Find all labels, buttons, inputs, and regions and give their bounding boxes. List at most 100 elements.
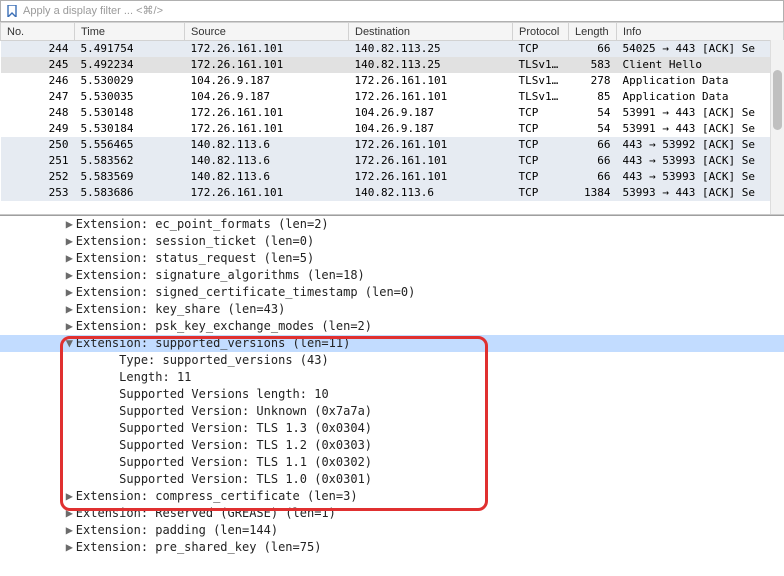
cell-proto: TLSv1… — [513, 57, 569, 73]
tree-expand-icon[interactable]: ▶ — [66, 216, 76, 233]
tree-expand-icon[interactable]: ▶ — [66, 301, 76, 318]
extension-item[interactable]: ▶Extension: key_share (len=43) — [0, 301, 784, 318]
packet-row[interactable]: 2535.583686172.26.161.101140.82.113.6TCP… — [1, 185, 784, 201]
cell-info: 443 → 53993 [ACK] Se — [617, 169, 784, 185]
col-header-destination[interactable]: Destination — [349, 23, 513, 41]
extension-item[interactable]: ▶Extension: signature_algorithms (len=18… — [0, 267, 784, 284]
cell-no: 247 — [1, 89, 75, 105]
cell-time: 5.530035 — [75, 89, 185, 105]
cell-src: 140.82.113.6 — [185, 137, 349, 153]
scrollbar-thumb[interactable] — [773, 70, 782, 130]
extension-child[interactable]: Supported Version: TLS 1.1 (0x0302) — [0, 454, 784, 471]
display-filter-input[interactable] — [23, 5, 779, 17]
cell-time: 5.556465 — [75, 137, 185, 153]
cell-dst: 172.26.161.101 — [349, 73, 513, 89]
extension-item[interactable]: ▶Extension: compress_certificate (len=3) — [0, 488, 784, 505]
packet-list-pane: No. Time Source Destination Protocol Len… — [0, 22, 784, 214]
cell-len: 66 — [569, 137, 617, 153]
cell-len: 66 — [569, 41, 617, 57]
cell-len: 583 — [569, 57, 617, 73]
cell-info: 443 → 53993 [ACK] Se — [617, 153, 784, 169]
packet-row[interactable]: 2525.583569140.82.113.6172.26.161.101TCP… — [1, 169, 784, 185]
extension-item[interactable]: ▶Extension: ec_point_formats (len=2) — [0, 216, 784, 233]
cell-len: 66 — [569, 169, 617, 185]
cell-proto: TCP — [513, 41, 569, 57]
cell-src: 172.26.161.101 — [185, 185, 349, 201]
col-header-time[interactable]: Time — [75, 23, 185, 41]
cell-dst: 140.82.113.6 — [349, 185, 513, 201]
tree-expand-icon[interactable]: ▼ — [66, 335, 76, 352]
cell-len: 278 — [569, 73, 617, 89]
cell-proto: TCP — [513, 169, 569, 185]
cell-no: 251 — [1, 153, 75, 169]
packet-row[interactable]: 2495.530184172.26.161.101104.26.9.187TCP… — [1, 121, 784, 137]
cell-dst: 140.82.113.25 — [349, 57, 513, 73]
tree-expand-icon[interactable]: ▶ — [66, 539, 76, 556]
cell-time: 5.583562 — [75, 153, 185, 169]
cell-proto: TLSv1… — [513, 73, 569, 89]
extension-item[interactable]: ▶Extension: padding (len=144) — [0, 522, 784, 539]
extension-child[interactable]: Supported Versions length: 10 — [0, 386, 784, 403]
extension-child[interactable]: Supported Version: TLS 1.3 (0x0304) — [0, 420, 784, 437]
packet-row[interactable]: 2465.530029104.26.9.187172.26.161.101TLS… — [1, 73, 784, 89]
cell-proto: TCP — [513, 185, 569, 201]
extension-item[interactable]: ▶Extension: session_ticket (len=0) — [0, 233, 784, 250]
tree-expand-icon[interactable]: ▶ — [66, 318, 76, 335]
extension-item[interactable]: ▶Extension: status_request (len=5) — [0, 250, 784, 267]
display-filter-bar[interactable] — [0, 0, 784, 22]
col-header-length[interactable]: Length — [569, 23, 617, 41]
extension-child[interactable]: Supported Version: Unknown (0x7a7a) — [0, 403, 784, 420]
cell-info: Application Data — [617, 89, 784, 105]
extension-item[interactable]: ▶Extension: signed_certificate_timestamp… — [0, 284, 784, 301]
extension-item[interactable]: ▶Extension: Reserved (GREASE) (len=1) — [0, 505, 784, 522]
extension-item[interactable]: ▶Extension: pre_shared_key (len=75) — [0, 539, 784, 556]
cell-time: 5.530148 — [75, 105, 185, 121]
cell-len: 85 — [569, 89, 617, 105]
cell-dst: 104.26.9.187 — [349, 105, 513, 121]
col-header-source[interactable]: Source — [185, 23, 349, 41]
packet-row[interactable]: 2505.556465140.82.113.6172.26.161.101TCP… — [1, 137, 784, 153]
tree-expand-icon[interactable]: ▶ — [66, 267, 76, 284]
cell-dst: 140.82.113.25 — [349, 41, 513, 57]
cell-dst: 172.26.161.101 — [349, 137, 513, 153]
cell-info: 53991 → 443 [ACK] Se — [617, 105, 784, 121]
extension-child[interactable]: Length: 11 — [0, 369, 784, 386]
cell-proto: TCP — [513, 121, 569, 137]
col-header-protocol[interactable]: Protocol — [513, 23, 569, 41]
tree-expand-icon[interactable]: ▶ — [66, 522, 76, 539]
cell-time: 5.491754 — [75, 41, 185, 57]
cell-info: 53991 → 443 [ACK] Se — [617, 121, 784, 137]
packet-row[interactable]: 2455.492234172.26.161.101140.82.113.25TL… — [1, 57, 784, 73]
cell-info: Application Data — [617, 73, 784, 89]
packet-list-scrollbar[interactable] — [770, 40, 784, 214]
packet-row[interactable]: 2515.583562140.82.113.6172.26.161.101TCP… — [1, 153, 784, 169]
bookmark-icon[interactable] — [5, 4, 19, 18]
extension-item-selected[interactable]: ▼Extension: supported_versions (len=11) — [0, 335, 784, 352]
cell-src: 172.26.161.101 — [185, 121, 349, 137]
cell-no: 245 — [1, 57, 75, 73]
tree-expand-icon[interactable]: ▶ — [66, 284, 76, 301]
cell-time: 5.583686 — [75, 185, 185, 201]
tree-expand-icon[interactable]: ▶ — [66, 250, 76, 267]
cell-no: 246 — [1, 73, 75, 89]
tree-expand-icon[interactable]: ▶ — [66, 505, 76, 522]
extension-child[interactable]: Type: supported_versions (43) — [0, 352, 784, 369]
cell-time: 5.530184 — [75, 121, 185, 137]
packet-row[interactable]: 2485.530148172.26.161.101104.26.9.187TCP… — [1, 105, 784, 121]
cell-len: 66 — [569, 153, 617, 169]
tree-expand-icon[interactable]: ▶ — [66, 488, 76, 505]
cell-no: 252 — [1, 169, 75, 185]
cell-info: 53993 → 443 [ACK] Se — [617, 185, 784, 201]
extension-child[interactable]: Supported Version: TLS 1.2 (0x0303) — [0, 437, 784, 454]
tree-expand-icon[interactable]: ▶ — [66, 233, 76, 250]
packet-list-header[interactable]: No. Time Source Destination Protocol Len… — [1, 23, 784, 41]
cell-no: 248 — [1, 105, 75, 121]
col-header-no[interactable]: No. — [1, 23, 75, 41]
cell-len: 54 — [569, 105, 617, 121]
packet-row[interactable]: 2445.491754172.26.161.101140.82.113.25TC… — [1, 41, 784, 57]
extension-item[interactable]: ▶Extension: psk_key_exchange_modes (len=… — [0, 318, 784, 335]
col-header-info[interactable]: Info — [617, 23, 784, 41]
cell-src: 140.82.113.6 — [185, 169, 349, 185]
packet-row[interactable]: 2475.530035104.26.9.187172.26.161.101TLS… — [1, 89, 784, 105]
extension-child[interactable]: Supported Version: TLS 1.0 (0x0301) — [0, 471, 784, 488]
